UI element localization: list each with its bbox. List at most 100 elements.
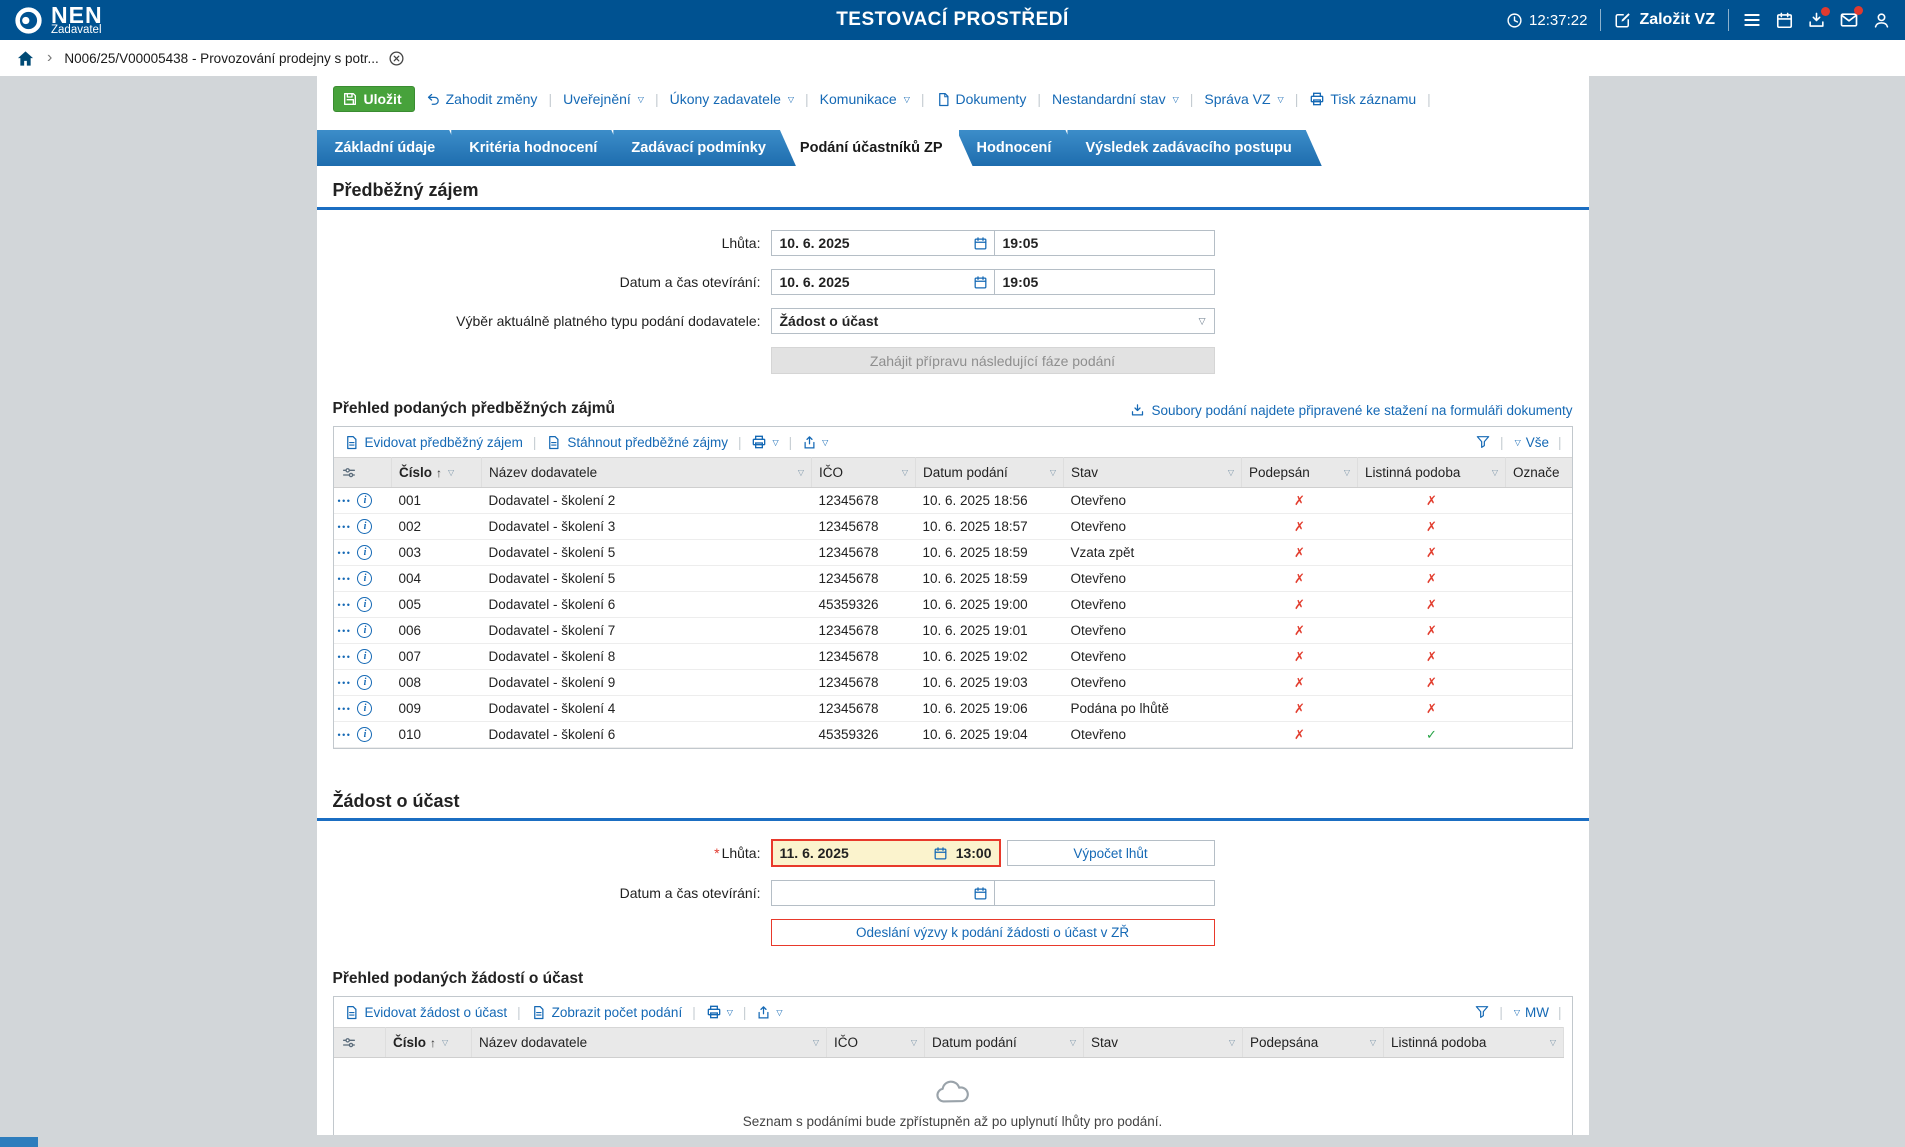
filter-icon[interactable]: ▽ [1228,468,1234,477]
view-select[interactable]: ▽ MW [1512,1005,1549,1020]
tab-hodnoceni[interactable]: Hodnocení [959,130,1082,166]
menu-nestandardni-stav[interactable]: Nestandardní stav ▽ [1052,91,1179,107]
sort-asc-icon[interactable]: ↑ [436,466,442,480]
filter-icon[interactable]: ▽ [813,1038,819,1047]
row-menu-button[interactable]: ••• [338,522,352,532]
menu-komunikace[interactable]: Komunikace ▽ [820,91,910,107]
menu-dokumenty[interactable]: Dokumenty [936,91,1027,107]
calendar-icon[interactable] [973,275,988,290]
row-menu-button[interactable]: ••• [338,496,352,506]
filter-icon[interactable]: ▽ [1070,1038,1076,1047]
tab-podani-ucastniku-zp[interactable]: Podání účastníků ZP [782,130,973,166]
row-menu-button[interactable]: ••• [338,730,352,740]
info-icon[interactable]: i [357,701,372,716]
calendar-icon[interactable] [973,236,988,251]
filter-icon[interactable]: ▽ [911,1038,917,1047]
nen-logo[interactable]: NEN Zadavatel [14,5,103,36]
stahnout-zajmy-button[interactable]: Stáhnout předběžné zájmy [546,435,728,450]
oteviranu2-date-input[interactable] [771,880,995,906]
close-icon[interactable] [388,50,405,67]
row-menu-button[interactable]: ••• [338,574,352,584]
table-row[interactable]: •••i007Dodavatel - školení 81234567810. … [334,644,1573,670]
info-icon[interactable]: i [357,519,372,534]
filter-icon[interactable]: ▽ [1229,1038,1235,1047]
print-grid-button[interactable]: ▽ [706,1004,733,1020]
view-select[interactable]: ▽ Vše [1513,435,1549,450]
oteviranu2-time-input[interactable] [995,880,1215,906]
export-grid-button[interactable]: ▽ [756,1005,782,1020]
info-icon[interactable]: i [357,545,372,560]
oteviranu-date-input[interactable]: 10. 6. 2025 [771,269,995,295]
tab-zadavaci-podminky[interactable]: Zadávací podmínky [613,130,796,166]
menu-ukony-zadavatele[interactable]: Úkony zadavatele ▽ [670,91,794,107]
table-row[interactable]: •••i004Dodavatel - školení 51234567810. … [334,566,1573,592]
column-settings-icon[interactable] [341,1035,357,1051]
info-icon[interactable]: i [357,727,372,742]
next-phase-button[interactable]: Zahájit přípravu následující fáze podání [771,347,1215,374]
lhuta-time-input[interactable]: 19:05 [995,230,1215,256]
typ-podani-select[interactable]: Žádost o účast ▽ [771,308,1215,334]
evidovat-zadost-button[interactable]: Evidovat žádost o účast [344,1005,508,1020]
table-row[interactable]: •••i001Dodavatel - školení 21234567810. … [334,488,1573,514]
filter-icon[interactable]: ▽ [1050,468,1056,477]
info-icon[interactable]: i [357,649,372,664]
oteviranu-time-input[interactable]: 19:05 [995,269,1215,295]
table-row[interactable]: •••i003Dodavatel - školení 51234567810. … [334,540,1573,566]
info-icon[interactable]: i [357,493,372,508]
home-icon[interactable] [16,49,35,68]
info-icon[interactable]: i [357,623,372,638]
filter-icon[interactable]: ▽ [1492,468,1498,477]
lhuta-date-input[interactable]: 10. 6. 2025 [771,230,995,256]
lhuta2-datetime-input[interactable]: 11. 6. 2025 13:00 [771,839,1001,867]
filter-icon[interactable]: ▽ [798,468,804,477]
calendar-icon[interactable] [1775,11,1794,30]
info-icon[interactable]: i [357,597,372,612]
filter-icon[interactable]: ▽ [442,1038,448,1047]
table-row[interactable]: •••i002Dodavatel - školení 31234567810. … [334,514,1573,540]
vypocet-lhut-button[interactable]: Výpočet lhůt [1007,840,1215,866]
print-record-button[interactable]: Tisk záznamu [1309,91,1416,107]
menu-sprava-vz[interactable]: Správa VZ ▽ [1204,91,1283,107]
filter-icon[interactable]: ▽ [1550,1038,1556,1047]
downloads-button[interactable] [1807,11,1826,30]
row-menu-button[interactable]: ••• [338,704,352,714]
filter-icon[interactable]: ▽ [1344,468,1350,477]
filter-icon[interactable]: ▽ [1370,1038,1376,1047]
files-download-link[interactable]: Soubory podání najdete připravené ke sta… [1130,403,1572,418]
row-menu-button[interactable]: ••• [338,678,352,688]
info-icon[interactable]: i [357,675,372,690]
sort-asc-icon[interactable]: ↑ [430,1036,436,1050]
row-menu-button[interactable]: ••• [338,626,352,636]
export-grid-button[interactable]: ▽ [802,435,828,450]
table-row[interactable]: •••i008Dodavatel - školení 91234567810. … [334,670,1573,696]
messages-button[interactable] [1839,10,1859,30]
send-vyzva-button[interactable]: Odeslání výzvy k podání žádosti o účast … [771,919,1215,946]
filter-funnel-icon[interactable] [1474,1004,1490,1020]
evidovat-predbezny-button[interactable]: Evidovat předběžný zájem [344,435,523,450]
row-menu-button[interactable]: ••• [338,600,352,610]
print-grid-button[interactable]: ▽ [751,434,778,450]
tab-vysledek[interactable]: Výsledek zadávacího postupu [1067,130,1321,166]
row-menu-button[interactable]: ••• [338,652,352,662]
filter-funnel-icon[interactable] [1475,434,1491,450]
breadcrumb-item-contract[interactable]: N006/25/V00005438 - Provozování prodejny… [64,50,404,67]
row-menu-button[interactable]: ••• [338,548,352,558]
table-row[interactable]: •••i006Dodavatel - školení 71234567810. … [334,618,1573,644]
table-row[interactable]: •••i005Dodavatel - školení 64535932610. … [334,592,1573,618]
tab-zakladni-udaje[interactable]: Základní údaje [317,130,466,166]
menu-icon[interactable] [1742,10,1762,30]
table-row[interactable]: •••i009Dodavatel - školení 41234567810. … [334,696,1573,722]
tab-kriteria-hodnoceni[interactable]: Kritéria hodnocení [451,130,627,166]
save-button[interactable]: Uložit [333,86,415,112]
filter-icon[interactable]: ▽ [448,468,454,477]
user-icon[interactable] [1872,11,1891,30]
info-icon[interactable]: i [357,571,372,586]
calendar-icon[interactable] [933,846,948,861]
zobrazit-pocet-button[interactable]: Zobrazit počet podání [531,1005,683,1020]
menu-uverejneni[interactable]: Uveřejnění ▽ [563,91,644,107]
calendar-icon[interactable] [973,886,988,901]
column-settings-icon[interactable] [341,465,357,481]
create-vz-button[interactable]: Založit VZ [1614,11,1715,29]
discard-changes-button[interactable]: Zahodit změny [426,91,538,107]
table-row[interactable]: •••i010Dodavatel - školení 64535932610. … [334,722,1573,748]
